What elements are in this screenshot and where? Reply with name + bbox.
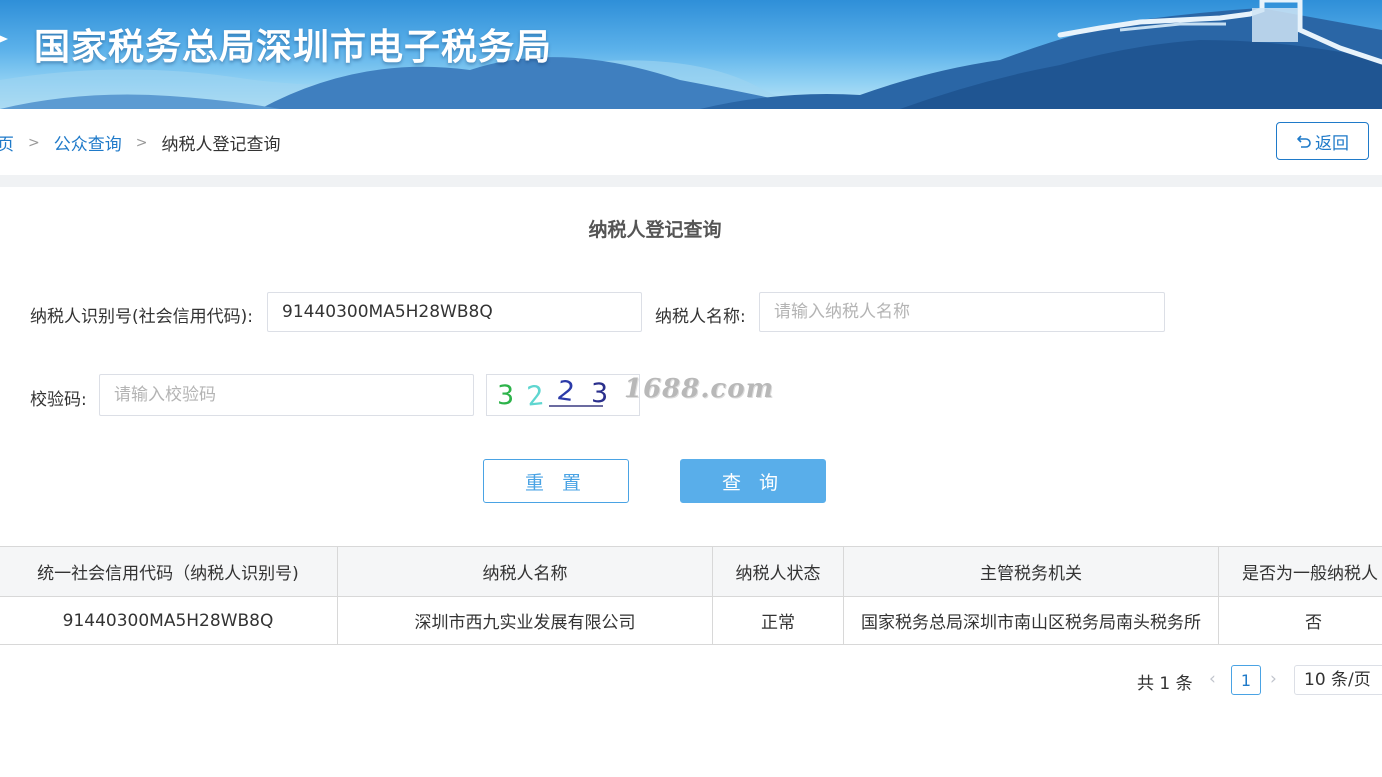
- tax-logo-icon: [0, 35, 8, 43]
- col-header-credit-code: 统一社会信用代码（纳税人识别号): [0, 546, 338, 597]
- undo-arrow-icon: [1296, 133, 1312, 149]
- table-header-row: 统一社会信用代码（纳税人识别号) 纳税人名称 纳税人状态 主管税务机关 是否为一…: [0, 546, 1382, 597]
- next-page-icon[interactable]: ›: [1270, 669, 1277, 689]
- header-banner: 国家税务总局深圳市电子税务局: [0, 0, 1382, 109]
- taxpayer-name-input[interactable]: [759, 292, 1165, 332]
- cell-status: 正常: [712, 596, 844, 645]
- breadcrumb-home[interactable]: 页: [0, 130, 14, 155]
- taxpayer-id-label: 纳税人识别号(社会信用代码):: [30, 307, 253, 327]
- back-button-label: 返回: [1315, 133, 1349, 154]
- section-divider: [0, 175, 1382, 187]
- reset-button[interactable]: 重 置: [483, 459, 629, 503]
- col-header-taxpayer-name: 纳税人名称: [337, 546, 713, 597]
- page-size-label: 10 条/页: [1304, 670, 1371, 690]
- site-title: 国家税务总局深圳市电子税务局: [34, 27, 553, 68]
- col-header-status: 纳税人状态: [712, 546, 844, 597]
- captcha-char: 2: [525, 380, 545, 413]
- breadcrumb-separator-icon: >: [135, 134, 148, 151]
- captcha-char: 3: [497, 380, 514, 411]
- cell-credit-code: 91440300MA5H28WB8Q: [0, 596, 338, 645]
- prev-page-icon[interactable]: ‹: [1209, 669, 1216, 689]
- cell-tax-authority: 国家税务总局深圳市南山区税务局南头税务所: [843, 596, 1219, 645]
- pagination-total: 共 1 条: [1137, 674, 1193, 694]
- captcha-input[interactable]: [99, 374, 474, 416]
- captcha-char: 3: [591, 378, 608, 409]
- table-row: 91440300MA5H28WB8Q 深圳市西九实业发展有限公司 正常 国家税务…: [0, 596, 1382, 645]
- col-header-tax-authority: 主管税务机关: [843, 546, 1219, 597]
- breadcrumb-current: 纳税人登记查询: [161, 135, 281, 155]
- cell-taxpayer-name: 深圳市西九实业发展有限公司: [337, 596, 713, 645]
- taxpayer-name-label: 纳税人名称:: [655, 307, 746, 327]
- breadcrumb-separator-icon: >: [28, 134, 40, 151]
- captcha-char: 2: [555, 375, 576, 408]
- breadcrumb-public-query[interactable]: 公众查询: [54, 130, 122, 155]
- query-button[interactable]: 查 询: [680, 459, 826, 503]
- result-table: 统一社会信用代码（纳税人识别号) 纳税人名称 纳税人状态 主管税务机关 是否为一…: [0, 546, 1382, 645]
- taxpayer-id-input[interactable]: [267, 292, 642, 332]
- cell-general-taxpayer: 否: [1218, 596, 1382, 645]
- watermark-text: 1688.com: [624, 374, 775, 404]
- form-title: 纳税人登记查询: [588, 219, 722, 241]
- breadcrumb: 页 > 公众查询 > 纳税人登记查询: [0, 130, 281, 156]
- col-header-general-taxpayer: 是否为一般纳税人: [1218, 546, 1382, 597]
- page-size-select[interactable]: 10 条/页: [1294, 665, 1382, 695]
- page-number-current[interactable]: 1: [1231, 665, 1261, 695]
- captcha-label: 校验码:: [30, 390, 87, 410]
- back-button[interactable]: 返回: [1276, 122, 1369, 160]
- captcha-image[interactable]: 3 2 2 3: [486, 374, 640, 416]
